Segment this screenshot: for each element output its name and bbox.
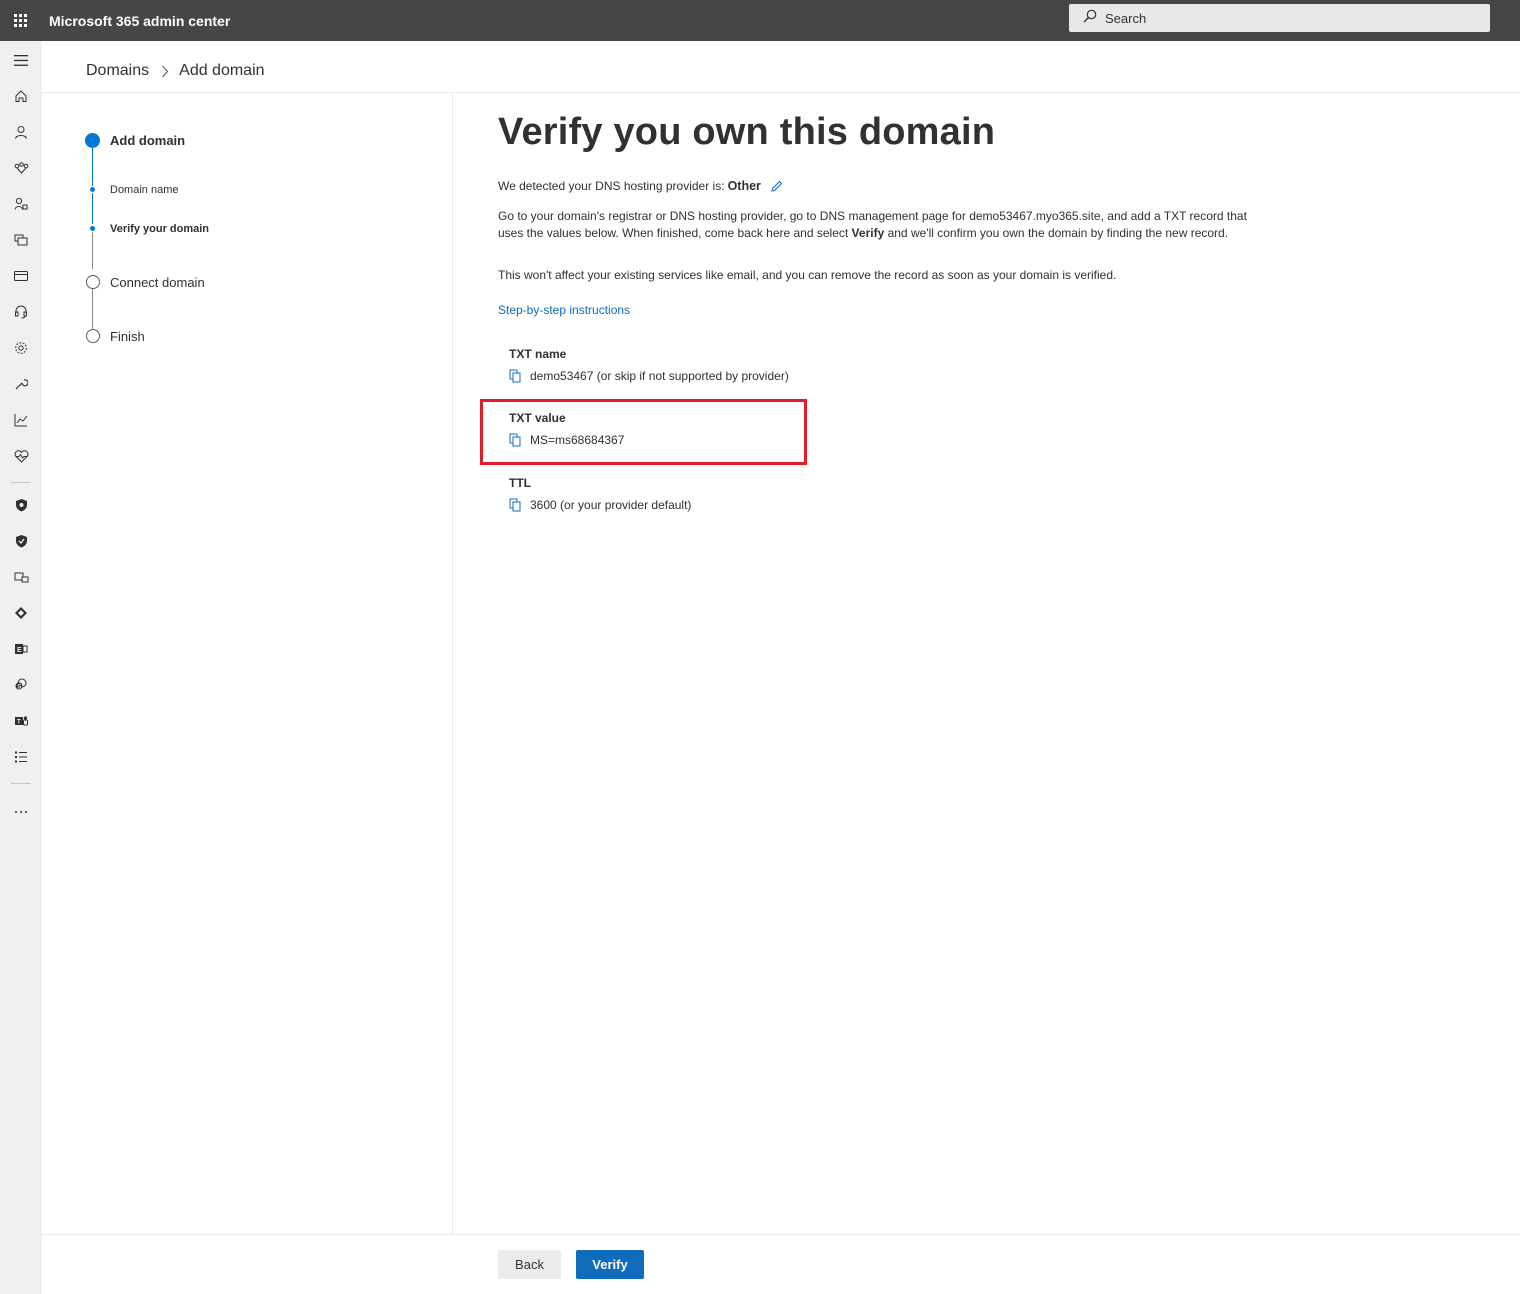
step-indicator-pending: [86, 329, 100, 343]
azure-ad-icon[interactable]: [0, 598, 42, 628]
ttl-value: 3600 (or your provider default): [530, 498, 692, 512]
home-icon[interactable]: [0, 81, 42, 111]
resources-icon[interactable]: [0, 225, 42, 255]
all-admin-centers-icon[interactable]: [0, 742, 42, 772]
svg-text:E: E: [17, 647, 22, 654]
teams-icon[interactable]: T: [0, 706, 42, 736]
left-navigation-rail: E S T: [0, 41, 42, 1294]
roles-icon[interactable]: [0, 189, 42, 219]
instruction-text-end: and we'll confirm you own the domain by …: [884, 226, 1229, 240]
exchange-icon[interactable]: E: [0, 634, 42, 664]
search-input[interactable]: Search: [1069, 4, 1490, 32]
rail-divider-2: [11, 783, 31, 784]
app-launcher-icon[interactable]: [0, 0, 41, 41]
ttl-label: TTL: [509, 476, 531, 490]
step-connector: [92, 148, 93, 186]
step-connect-domain[interactable]: Connect domain: [110, 275, 205, 290]
menu-hamburger-icon[interactable]: [0, 45, 42, 75]
security-shield-icon[interactable]: [0, 490, 42, 520]
dns-provider-value: Other: [727, 179, 761, 193]
more-ellipsis-icon[interactable]: [0, 797, 42, 827]
endpoint-manager-icon[interactable]: [0, 562, 42, 592]
setup-wrench-icon[interactable]: [0, 369, 42, 399]
step-verify-your-domain[interactable]: Verify your domain: [110, 223, 209, 235]
users-icon[interactable]: [0, 117, 42, 147]
support-headset-icon[interactable]: [0, 297, 42, 327]
search-icon: [1083, 9, 1097, 28]
page-title: Verify you own this domain: [498, 111, 996, 153]
txt-name-label: TXT name: [509, 347, 567, 361]
teams-groups-icon[interactable]: [0, 153, 42, 183]
dns-provider-label: We detected your DNS hosting provider is…: [498, 179, 725, 193]
edit-pencil-icon[interactable]: [770, 180, 783, 193]
verify-button[interactable]: Verify: [576, 1250, 644, 1279]
settings-gear-icon[interactable]: [0, 333, 42, 363]
svg-text:T: T: [17, 720, 21, 726]
substep-dot: [90, 187, 95, 192]
step-connector: [92, 232, 93, 269]
chevron-right-icon: [161, 65, 169, 78]
txt-name-value: demo53467 (or skip if not supported by p…: [530, 369, 789, 383]
svg-text:S: S: [17, 684, 21, 690]
health-icon[interactable]: [0, 441, 42, 471]
compliance-shield-icon[interactable]: [0, 526, 42, 556]
instructions-paragraph: Go to your domain's registrar or DNS hos…: [498, 208, 1258, 242]
substep-dot: [90, 226, 95, 231]
step-finish[interactable]: Finish: [110, 329, 145, 344]
sharepoint-icon[interactable]: S: [0, 670, 42, 700]
breadcrumb-current: Add domain: [179, 62, 265, 79]
rail-divider: [11, 482, 31, 483]
app-title[interactable]: Microsoft 365 admin center: [49, 13, 230, 29]
reports-chart-icon[interactable]: [0, 405, 42, 435]
ttl-record: TTL 3600 (or your provider default): [509, 476, 691, 512]
footer-divider: [42, 1234, 1520, 1235]
dns-provider-detected: We detected your DNS hosting provider is…: [498, 179, 783, 193]
step-domain-name[interactable]: Domain name: [110, 184, 178, 196]
copy-icon[interactable]: [509, 498, 522, 512]
copy-icon[interactable]: [509, 369, 522, 383]
highlight-annotation-box: [480, 399, 807, 465]
breadcrumb-domains[interactable]: Domains: [86, 62, 149, 80]
step-connector: [92, 193, 93, 224]
instruction-verify-bold: Verify: [851, 226, 885, 240]
search-placeholder: Search: [1105, 10, 1147, 26]
billing-icon[interactable]: [0, 261, 42, 291]
breadcrumb: Domains Add domain: [86, 62, 265, 80]
back-button[interactable]: Back: [498, 1250, 561, 1279]
top-bar: Microsoft 365 admin center Search: [0, 0, 1520, 41]
wizard-steps: Add domain Domain name Verify your domai…: [42, 93, 453, 1234]
step-indicator-pending: [86, 275, 100, 289]
step-add-domain[interactable]: Add domain: [110, 133, 185, 148]
txt-name-record: TXT name demo53467 (or skip if not suppo…: [509, 347, 789, 383]
step-by-step-link[interactable]: Step-by-step instructions: [498, 303, 630, 317]
step-connector: [92, 289, 93, 329]
step-indicator-active: [85, 133, 100, 148]
note-paragraph: This won't affect your existing services…: [498, 268, 1117, 282]
